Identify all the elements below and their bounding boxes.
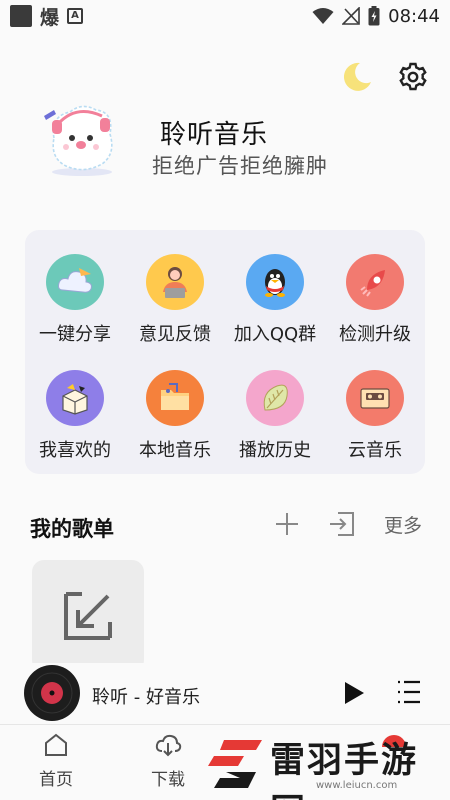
grid-item-check-update[interactable]: 检测升级: [325, 230, 425, 346]
grid-item-share[interactable]: 一键分享: [25, 230, 125, 346]
grid-item-play-history[interactable]: 播放历史: [225, 346, 325, 462]
grid-item-qq-group[interactable]: 加入QQ群: [225, 230, 325, 346]
feedback-person-icon: [146, 254, 204, 310]
wifi-icon: [312, 8, 334, 24]
now-playing-title: 聆听 - 好音乐: [92, 687, 200, 708]
grid-label: 播放历史: [239, 440, 311, 461]
app-title: 聆听音乐: [160, 120, 269, 150]
nav-download[interactable]: 下载: [138, 733, 198, 790]
grid-item-favorites[interactable]: 我喜欢的: [25, 346, 125, 462]
watermark-url: www.leiucn.com: [316, 780, 398, 791]
notification-char: 爆: [40, 6, 60, 29]
watermark-logo-icon: [208, 740, 262, 788]
grid-item-cloud-music[interactable]: 云音乐: [325, 346, 425, 462]
my-playlists-title: 我的歌单: [30, 517, 114, 541]
settings-gear-icon[interactable]: [398, 62, 428, 92]
grid-label: 检测升级: [339, 324, 411, 345]
arrow-down-left-box-icon: [64, 592, 112, 640]
more-playlists-link[interactable]: 更多: [384, 511, 422, 538]
grid-label: 云音乐: [348, 440, 402, 461]
grid-label: 加入QQ群: [233, 324, 317, 345]
nav-label: 下载: [151, 770, 185, 790]
clock: 08:44: [388, 5, 440, 27]
local-folder-icon: [146, 370, 204, 426]
nav-label: 首页: [39, 770, 73, 790]
album-disc-icon[interactable]: [24, 665, 80, 721]
mini-player[interactable]: 聆听 - 好音乐: [0, 663, 450, 723]
night-mode-moon-icon[interactable]: [340, 60, 374, 94]
header-actions: [340, 60, 428, 94]
grid-item-local-music[interactable]: 本地音乐: [125, 346, 225, 462]
watermark: 雷羽手游网 www.leiucn.com: [200, 728, 450, 800]
favorites-box-icon: [46, 370, 104, 426]
add-playlist-icon[interactable]: [274, 511, 300, 537]
nav-home[interactable]: 首页: [26, 733, 86, 790]
status-bar: 爆 A 08:44: [0, 0, 450, 32]
battery-icon: [368, 6, 380, 26]
home-icon: [45, 733, 67, 756]
feature-grid-card: 一键分享 意见反馈 加入QQ群 检测升级 我喜欢的 本地音乐 播放历史 云音乐: [25, 230, 425, 474]
grid-label: 一键分享: [39, 324, 111, 345]
playlist-queue-icon[interactable]: [396, 679, 422, 705]
share-cloud-icon: [46, 254, 104, 310]
notification-square-icon: [10, 5, 32, 27]
playlist-actions: 更多: [274, 510, 422, 538]
profile-header: 聆听音乐 拒绝广告拒绝臃肿: [40, 98, 450, 188]
mascot-avatar-icon[interactable]: [40, 98, 122, 180]
qq-penguin-icon: [246, 254, 304, 310]
cloud-download-icon: [155, 734, 182, 757]
notification-a-icon: A: [67, 8, 84, 24]
grid-label: 我喜欢的: [39, 440, 111, 461]
rocket-icon: [346, 254, 404, 310]
cassette-icon: [346, 370, 404, 426]
history-leaf-icon: [246, 370, 304, 426]
grid-label: 本地音乐: [139, 440, 211, 461]
import-playlist-icon[interactable]: [328, 510, 356, 538]
no-signal-icon: [342, 7, 360, 25]
grid-label: 意见反馈: [139, 324, 211, 345]
play-icon[interactable]: [342, 681, 366, 705]
grid-item-feedback[interactable]: 意见反馈: [125, 230, 225, 346]
import-playlist-tile[interactable]: [32, 560, 144, 672]
app-slogan: 拒绝广告拒绝臃肿: [152, 154, 328, 178]
